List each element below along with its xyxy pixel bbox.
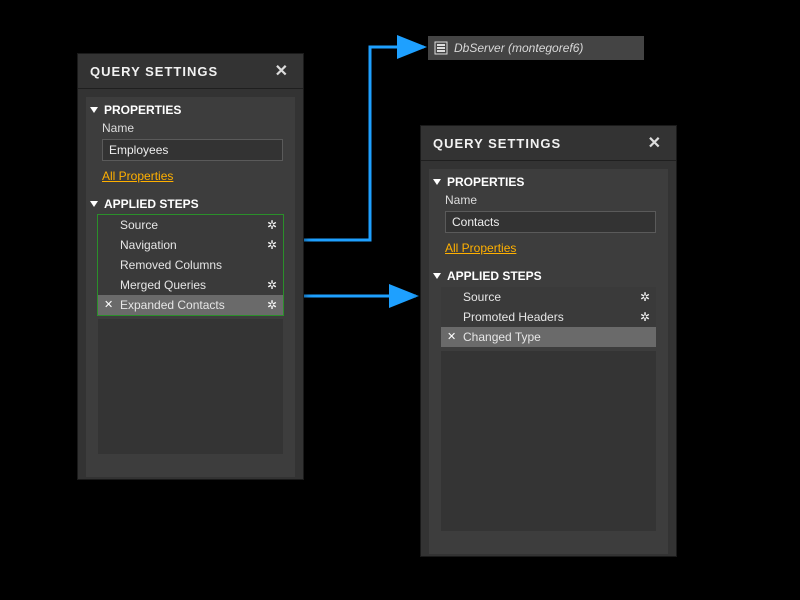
applied-steps-list: Source ✲ Promoted Headers ✲ ✕ Changed Type [441,287,656,347]
step-label: Expanded Contacts [120,298,225,312]
step-label: Source [463,290,501,304]
step-label: Promoted Headers [463,310,564,324]
panel-title: QUERY SETTINGS [433,136,561,151]
step-label: Source [120,218,158,232]
steps-empty-area [441,351,656,531]
all-properties-link[interactable]: All Properties [86,165,189,191]
panel-header: QUERY SETTINGS ✕ [78,54,303,89]
gear-icon[interactable]: ✲ [640,310,650,324]
database-icon [434,41,448,55]
name-label: Name [86,119,295,137]
applied-step[interactable]: Source ✲ [441,287,656,307]
gear-icon[interactable]: ✲ [267,278,277,292]
applied-step[interactable]: ✕ Changed Type [441,327,656,347]
name-field[interactable]: Employees [102,139,283,161]
delete-step-icon[interactable]: ✕ [104,298,113,311]
delete-step-icon[interactable]: ✕ [447,330,456,343]
step-label: Changed Type [463,330,541,344]
query-settings-panel-left: QUERY SETTINGS ✕ PROPERTIES Name Employe… [77,53,304,480]
gear-icon[interactable]: ✲ [267,218,277,232]
applied-step[interactable]: Source ✲ [98,215,283,235]
step-label: Navigation [120,238,177,252]
properties-section-header[interactable]: PROPERTIES [86,97,295,119]
gear-icon[interactable]: ✲ [267,238,277,252]
chevron-down-icon [90,107,98,113]
step-label: Merged Queries [120,278,206,292]
steps-empty-area [98,319,283,454]
step-label: Removed Columns [120,258,222,272]
applied-steps-section-header[interactable]: APPLIED STEPS [86,191,295,213]
applied-step[interactable]: Navigation ✲ [98,235,283,255]
applied-step[interactable]: Promoted Headers ✲ [441,307,656,327]
applied-step[interactable]: Removed Columns [98,255,283,275]
gear-icon[interactable]: ✲ [640,290,650,304]
gear-icon[interactable]: ✲ [267,298,277,312]
db-node-label: DbServer (montegoref6) [454,41,583,55]
query-settings-panel-right: QUERY SETTINGS ✕ PROPERTIES Name Contact… [420,125,677,557]
all-properties-link[interactable]: All Properties [429,237,532,263]
panel-header: QUERY SETTINGS ✕ [421,126,676,161]
applied-step[interactable]: Merged Queries ✲ [98,275,283,295]
close-icon[interactable]: ✕ [271,59,293,83]
close-icon[interactable]: ✕ [644,131,666,155]
chevron-down-icon [433,179,441,185]
panel-title: QUERY SETTINGS [90,64,218,79]
applied-step[interactable]: ✕ Expanded Contacts ✲ [98,295,283,315]
db-node[interactable]: DbServer (montegoref6) [428,36,644,60]
applied-steps-list: Source ✲ Navigation ✲ Removed Columns Merged… [98,215,283,315]
name-field[interactable]: Contacts [445,211,656,233]
applied-steps-section-header[interactable]: APPLIED STEPS [429,263,668,285]
properties-section-header[interactable]: PROPERTIES [429,169,668,191]
chevron-down-icon [90,201,98,207]
chevron-down-icon [433,273,441,279]
name-label: Name [429,191,668,209]
